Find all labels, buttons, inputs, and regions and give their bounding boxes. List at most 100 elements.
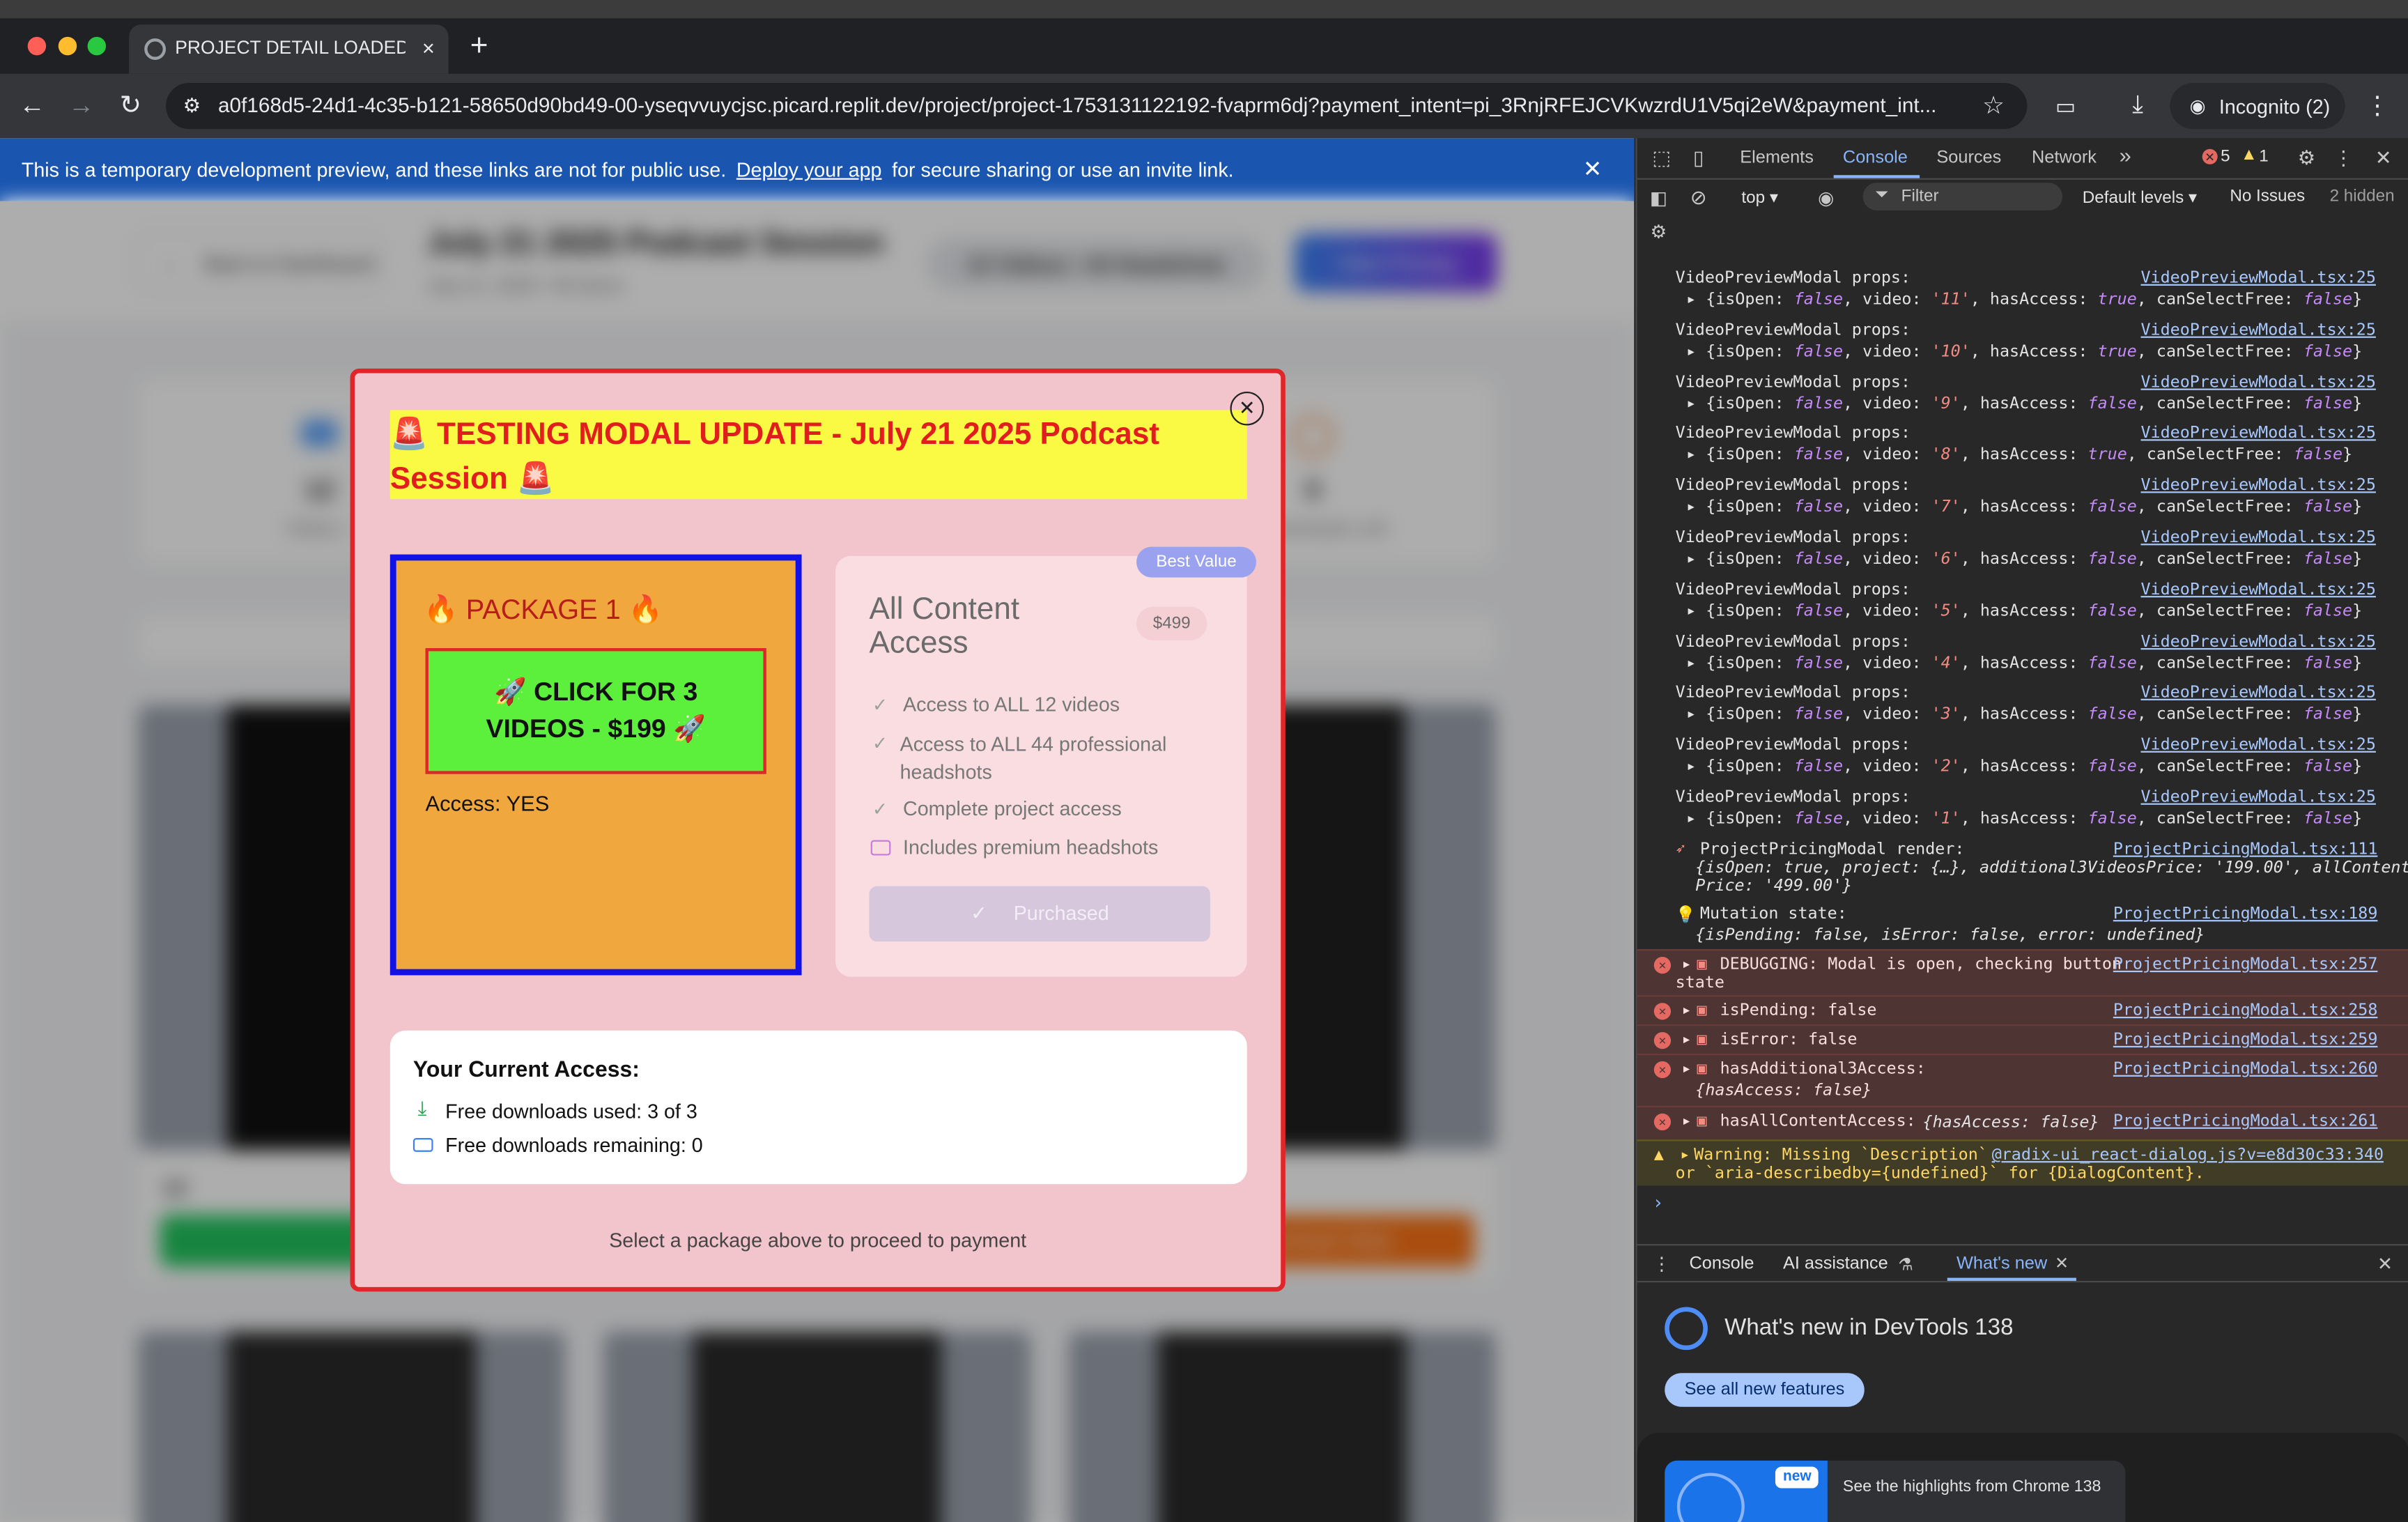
source-link[interactable]: VideoPreviewModal.tsx:25 [2140,321,2375,339]
log-object[interactable]: ▸ {isOpen: false, video: '6', hasAccess:… [1686,550,2362,568]
cast-icon[interactable]: ▭ [2048,89,2082,123]
source-link[interactable]: ProjectPricingModal.tsx:260 [2113,1060,2378,1078]
console-error-entry[interactable]: ✕ ▸ ▣ DEBUGGING: Modal is open, checking bu… [1637,948,2408,996]
live-expression-eye-icon[interactable]: ◉ [1812,186,1840,210]
forward-arrow-icon[interactable]: → [65,89,98,123]
log-object[interactable]: {isPending: false, isError: false, error… [1695,926,2205,944]
purchased-button[interactable]: ✓ Purchased [869,886,1210,941]
reload-icon[interactable]: ↻ [114,89,147,123]
console-log-entry[interactable]: VideoPreviewModal props: VideoPreviewModa… [1637,576,2408,628]
log-object[interactable]: ▸ {isOpen: false, video: '8', hasAccess:… [1686,446,2352,464]
log-object[interactable]: ▸ {isOpen: false, video: '3', hasAccess:… [1686,705,2362,723]
site-settings-icon[interactable]: ⚙ [178,92,206,120]
deploy-link[interactable]: Deploy your app [736,158,882,181]
log-object[interactable]: ▸ {isOpen: false, video: '4', hasAccess:… [1686,654,2362,672]
settings-gear-icon[interactable]: ⚙ [2294,146,2319,170]
source-link[interactable]: VideoPreviewModal.tsx:25 [2140,269,2375,287]
log-object[interactable]: ▸ {isOpen: false, video: '5', hasAccess:… [1686,601,2362,620]
warning-count[interactable]: 1 [2259,148,2269,166]
kebab-menu-icon[interactable]: ⋮ [2362,89,2393,123]
tab-network[interactable]: Network [2032,149,2097,167]
address-bar[interactable]: ⚙ a0f168d5-24d1-4c35-b121-58650d90bd49-0… [166,83,2028,130]
issues-label[interactable]: No Issues [2230,187,2305,206]
close-modal-icon[interactable]: ✕ [1230,391,1264,426]
log-object[interactable]: {hasAccess: false} [1695,1081,1871,1099]
console-log-entry[interactable]: VideoPreviewModal props: VideoPreviewModa… [1637,783,2408,836]
close-window-button[interactable] [27,36,47,56]
tab-elements[interactable]: Elements [1740,149,1814,167]
log-object[interactable]: ▸ {isOpen: false, video: '7', hasAccess:… [1686,498,2362,516]
source-link[interactable]: VideoPreviewModal.tsx:25 [2140,736,2375,754]
source-link[interactable]: ProjectPricingModal.tsx:257 [2113,955,2378,974]
source-link[interactable]: ProjectPricingModal.tsx:261 [2113,1112,2378,1130]
log-object[interactable]: ▸ {isOpen: false, video: '10', hasAccess… [1686,342,2362,360]
bookmark-star-icon[interactable]: ☆ [1978,91,2009,121]
context-select[interactable]: top ▾ [1741,187,1778,207]
console-settings-icon[interactable]: ⚙ [1646,220,1671,244]
console-log-entry[interactable]: VideoPreviewModal props: VideoPreviewModa… [1637,627,2408,679]
log-object[interactable]: {isOpen: true, project: {…}, additional3… [1695,859,2408,877]
url-text[interactable]: a0f168d5-24d1-4c35-b121-58650d90bd49-00-… [218,93,1969,116]
see-all-features-button[interactable]: See all new features [1665,1373,1865,1407]
close-drawer-icon[interactable]: ✕ [2377,1253,2393,1275]
console-log-entry[interactable]: 💡 Mutation state: ProjectPricingModal.tsx:… [1637,900,2408,949]
close-tab-icon[interactable]: × [415,33,442,61]
source-link[interactable]: VideoPreviewModal.tsx:25 [2140,477,2375,495]
expand-arrow-icon[interactable]: ▸ [1681,955,1691,974]
close-banner-icon[interactable]: ✕ [1579,155,1607,183]
source-link[interactable]: VideoPreviewModal.tsx:25 [2140,788,2375,806]
close-devtools-icon[interactable]: ✕ [2371,146,2395,170]
console-prompt[interactable]: › [1653,1192,1664,1213]
source-link[interactable]: VideoPreviewModal.tsx:25 [2140,684,2375,702]
source-link[interactable]: VideoPreviewModal.tsx:25 [2140,424,2375,443]
console-error-entry[interactable]: ✕ ▸ ▣ hasAllContentAccess: ProjectPricingMod… [1637,1105,2408,1140]
log-object[interactable]: ▸ {isOpen: false, video: '11', hasAccess… [1686,291,2362,309]
console-warning-entry[interactable]: ▲ ▸ Warning: Missing `Description` @radix-u… [1637,1139,2408,1186]
source-link[interactable]: VideoPreviewModal.tsx:25 [2140,373,2375,391]
source-link[interactable]: ProjectPricingModal.tsx:111 [2113,840,2378,858]
log-object[interactable]: ▸ {isOpen: false, video: '2', hasAccess:… [1686,758,2362,776]
close-whats-new-icon[interactable]: ✕ [2055,1253,2069,1273]
console-log-entry[interactable]: VideoPreviewModal props: VideoPreviewModa… [1637,731,2408,783]
drawer-menu-icon[interactable]: ⋮ [1653,1253,1671,1275]
source-link[interactable]: VideoPreviewModal.tsx:25 [2140,581,2375,599]
maximize-window-button[interactable] [87,36,107,56]
tab-sources[interactable]: Sources [1936,149,2001,167]
console-log-entry[interactable]: VideoPreviewModal props: VideoPreviewModa… [1637,368,2408,420]
expand-arrow-icon[interactable]: ▸ [1681,1112,1691,1130]
log-levels-select[interactable]: Default levels ▾ [2083,187,2197,207]
log-object[interactable]: ▸ {isOpen: false, video: '9', hasAccess:… [1686,394,2362,412]
console-log-entry[interactable]: VideoPreviewModal props: VideoPreviewModa… [1637,524,2408,576]
log-object[interactable]: ▸ {isOpen: false, video: '1', hasAccess:… [1686,809,2362,827]
source-link[interactable]: ProjectPricingModal.tsx:189 [2113,905,2378,923]
clear-console-icon[interactable]: ⊘ [1686,186,1711,210]
tab-console[interactable]: Console [1843,149,1908,167]
back-arrow-icon[interactable]: ← [15,89,49,123]
expand-arrow-icon[interactable]: ▸ [1681,1001,1691,1020]
minimize-window-button[interactable] [58,36,77,56]
error-count[interactable]: 5 [2221,148,2230,166]
device-toolbar-icon[interactable]: ▯ [1686,146,1711,170]
filter-input[interactable]: ⏷ Filter [1862,183,2063,210]
devtools-menu-icon[interactable]: ⋮ [2331,146,2356,170]
inspect-element-icon[interactable]: ⬚ [1649,146,1674,170]
drawer-tab-whats-new[interactable]: What's new [1957,1255,2047,1273]
expand-arrow-icon[interactable]: ▸ [1681,1031,1691,1049]
expand-arrow-icon[interactable]: ▸ [1680,1146,1690,1164]
console-log-entry[interactable]: VideoPreviewModal props: VideoPreviewModa… [1637,420,2408,472]
download-icon[interactable]: ⤓ [2121,89,2154,123]
source-link[interactable]: VideoPreviewModal.tsx:25 [2140,528,2375,546]
console-error-entry[interactable]: ✕ ▸ ▣ hasAdditional3Access: ProjectPricingMo… [1637,1053,2408,1106]
package-1-cta-button[interactable]: 🚀 CLICK FOR 3 VIDEOS - $199 🚀 [425,648,766,774]
source-link[interactable]: ProjectPricingModal.tsx:258 [2113,1001,2378,1020]
console-error-entry[interactable]: ✕ ▸ ▣ isError: false ProjectPricingModal.tsx… [1637,1024,2408,1054]
new-tab-button[interactable]: + [464,28,495,65]
highlights-card[interactable]: new See the highlights from Chrome 138 [1665,1460,2126,1522]
console-log-entry[interactable]: VideoPreviewModal props: VideoPreviewModa… [1637,264,2408,316]
console-log-entry[interactable]: ➶ ProjectPricingModal render: ProjectPrici… [1637,836,2408,900]
console-log-entry[interactable]: VideoPreviewModal props: VideoPreviewModa… [1637,472,2408,524]
drawer-tab-ai-assistance[interactable]: AI assistance [1783,1255,1888,1273]
console-log-entry[interactable]: VideoPreviewModal props: VideoPreviewModa… [1637,316,2408,369]
log-object[interactable]: {hasAccess: false} [1923,1114,2099,1132]
expand-arrow-icon[interactable]: ▸ [1681,1060,1691,1078]
